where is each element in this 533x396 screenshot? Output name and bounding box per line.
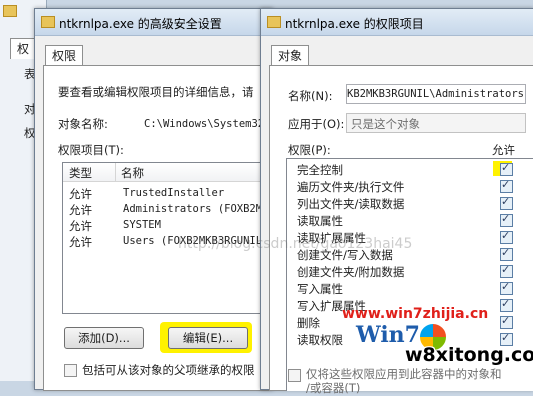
column-header-type[interactable]: 类型 xyxy=(69,165,92,181)
name-label: 名称(N): xyxy=(288,89,333,103)
permission-label: 完全控制 xyxy=(297,163,343,177)
blog-watermark: http://blog.csdn.net/gao123hai45 xyxy=(178,236,413,252)
folder-icon xyxy=(267,16,281,28)
allow-column-header: 允许 xyxy=(492,143,515,157)
row-type: 允许 xyxy=(69,219,92,233)
apply-to-dropdown[interactable]: 只是这个对象 xyxy=(346,113,526,133)
column-divider xyxy=(115,163,116,181)
permission-row-read-attributes[interactable]: 读取属性 xyxy=(291,212,530,229)
permission-label: 读取属性 xyxy=(297,214,343,228)
entries-label: 权限项目(T): xyxy=(58,143,124,157)
row-name: Administrators (FOXB2M xyxy=(123,203,263,215)
explorer-tab[interactable]: 权 xyxy=(10,38,37,59)
list-header: 类型 名称 xyxy=(63,163,273,182)
permission-titlebar: ntkrnlpa.exe 的权限项目 xyxy=(261,9,533,36)
permission-row-list-folder[interactable]: 列出文件夹/读取数据 xyxy=(291,195,530,212)
object-name-value: C:\Windows\System32 xyxy=(144,118,265,130)
name-field[interactable]: KB2MKB3RGUNIL\Administrators) xyxy=(346,84,526,104)
tab-permissions[interactable]: 权限 xyxy=(45,45,84,66)
advanced-panel: 要查看或编辑权限项目的详细信息，请 对象名称: C:\Windows\Syste… xyxy=(43,65,273,391)
permission-label: 遍历文件夹/执行文件 xyxy=(297,180,405,194)
inherit-checkbox-label: 包括可从该对象的父项继承的权限 xyxy=(82,363,255,377)
folder-icon xyxy=(3,5,17,17)
permission-label: 写入属性 xyxy=(297,282,343,296)
permissions-label: 权限(P): xyxy=(288,143,331,157)
permission-label: 删除 xyxy=(297,316,320,330)
apply-within-container-label-2: /或容器(T) xyxy=(306,381,361,395)
permission-row-create-folders[interactable]: 创建文件夹/附加数据 xyxy=(291,263,530,280)
permission-row-full-control[interactable]: 完全控制 xyxy=(291,161,530,178)
tab-object[interactable]: 对象 xyxy=(271,45,310,66)
allow-checkbox[interactable] xyxy=(500,297,513,312)
advanced-security-dialog: ntkrnlpa.exe 的高级安全设置 权限 要查看或编辑权限项目的详细信息，… xyxy=(34,8,273,391)
permission-row-write-attributes[interactable]: 写入属性 xyxy=(291,280,530,297)
table-row[interactable]: 允许 TrustedInstaller xyxy=(63,185,273,201)
row-name: TrustedInstaller xyxy=(123,187,225,199)
allow-checkbox[interactable] xyxy=(500,195,513,210)
allow-checkbox[interactable] xyxy=(500,314,513,329)
apply-to-value: 只是这个对象 xyxy=(351,117,420,131)
table-row[interactable]: 允许 SYSTEM xyxy=(63,217,273,233)
permission-label: 列出文件夹/读取数据 xyxy=(297,197,405,211)
allow-checkbox[interactable] xyxy=(500,263,513,278)
row-type: 允许 xyxy=(69,235,92,249)
column-header-name[interactable]: 名称 xyxy=(121,165,144,181)
allow-checkbox[interactable] xyxy=(500,280,513,295)
site-watermark-2: w8xitong.com xyxy=(405,344,533,366)
permission-label: 读取权限 xyxy=(297,333,343,347)
intro-text: 要查看或编辑权限项目的详细信息，请 xyxy=(58,85,254,99)
row-type: 允许 xyxy=(69,203,92,217)
site-watermark-1: www.win7zhijia.cn xyxy=(342,306,489,322)
inherit-checkbox[interactable] xyxy=(64,364,77,377)
edit-button[interactable]: 编辑(E)... xyxy=(168,327,248,349)
row-type: 允许 xyxy=(69,187,92,201)
object-name-label: 对象名称: xyxy=(58,117,108,131)
permission-dialog-title: ntkrnlpa.exe 的权限项目 xyxy=(285,17,424,31)
add-button[interactable]: 添加(D)... xyxy=(64,327,144,349)
table-row[interactable]: 允许 Administrators (FOXB2M xyxy=(63,201,273,217)
allow-checkbox[interactable] xyxy=(500,178,513,193)
name-field-value: KB2MKB3RGUNIL\Administrators) xyxy=(347,88,526,100)
permission-label: 创建文件夹/附加数据 xyxy=(297,265,405,279)
apply-within-container-checkbox[interactable] xyxy=(288,369,301,382)
folder-icon xyxy=(41,16,55,28)
allow-checkbox[interactable] xyxy=(500,212,513,227)
allow-checkbox[interactable] xyxy=(500,246,513,261)
allow-checkbox[interactable] xyxy=(500,161,513,176)
row-name: SYSTEM xyxy=(123,219,161,231)
allow-checkbox[interactable] xyxy=(500,229,513,244)
advanced-dialog-title: ntkrnlpa.exe 的高级安全设置 xyxy=(59,17,222,31)
apply-to-label: 应用于(O): xyxy=(288,117,345,131)
permission-row-traverse[interactable]: 遍历文件夹/执行文件 xyxy=(291,178,530,195)
advanced-titlebar: ntkrnlpa.exe 的高级安全设置 xyxy=(35,9,272,36)
